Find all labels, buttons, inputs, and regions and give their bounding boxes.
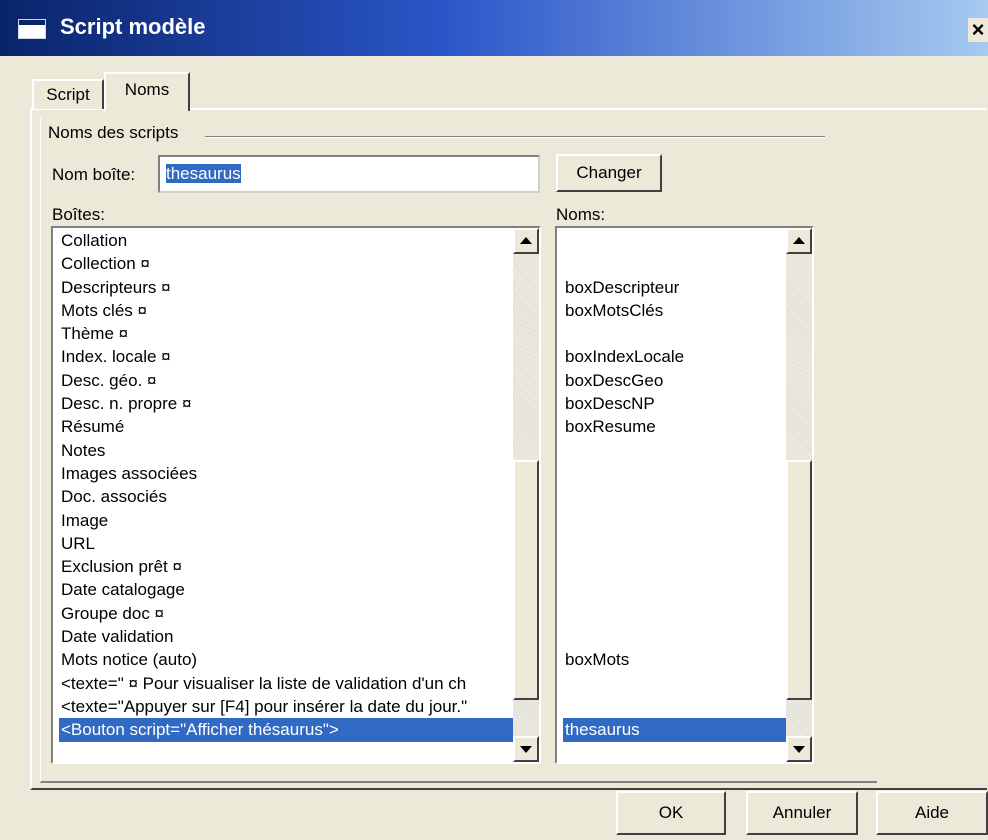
noms-list-item[interactable] — [563, 625, 786, 648]
noms-list-item[interactable]: boxDescripteur — [563, 276, 786, 299]
boites-label: Boîtes: — [52, 205, 105, 224]
arrow-up-icon — [793, 237, 805, 244]
noms-list-item[interactable] — [563, 439, 786, 462]
nom-boite-label: Nom boîte: — [52, 165, 136, 184]
noms-list-item[interactable] — [563, 509, 786, 532]
noms-list-item[interactable] — [563, 322, 786, 345]
noms-list-item[interactable] — [563, 555, 786, 578]
boites-list-item[interactable]: Exclusion prêt ¤ — [59, 555, 513, 578]
noms-scrollbar[interactable] — [786, 228, 812, 762]
changer-button[interactable]: Changer — [556, 154, 662, 192]
boites-list-item[interactable]: Index. locale ¤ — [59, 345, 513, 368]
boites-list-item[interactable]: Desc. n. propre ¤ — [59, 392, 513, 415]
boites-items: Collation Collection ¤ Descripteurs ¤ Mots … — [59, 229, 513, 742]
tab-noms[interactable]: Noms — [104, 72, 190, 111]
noms-listbox[interactable]: boxDescripteur boxMotsClés boxIndexLocale b… — [555, 226, 814, 764]
noms-list-item[interactable] — [563, 532, 786, 555]
boites-scroll-down-button[interactable] — [513, 736, 539, 762]
boites-scroll-up-button[interactable] — [513, 228, 539, 254]
close-icon: × — [971, 18, 985, 42]
boites-listbox[interactable]: Collation Collection ¤ Descripteurs ¤ Mots … — [51, 226, 541, 764]
boites-list-item[interactable]: Mots clés ¤ — [59, 299, 513, 322]
noms-list-item[interactable]: boxDescNP — [563, 392, 786, 415]
noms-list-item[interactable]: thesaurus — [563, 718, 786, 742]
boites-list-item[interactable]: Date validation — [59, 625, 513, 648]
title-bar[interactable]: Script modèle — [0, 0, 988, 56]
tab-script[interactable]: Script — [32, 79, 104, 109]
boites-list-item[interactable]: Collation — [59, 229, 513, 252]
arrow-down-icon — [793, 746, 805, 753]
close-button[interactable]: × — [968, 18, 988, 42]
noms-list-item[interactable] — [563, 602, 786, 625]
boites-list-item[interactable]: URL — [59, 532, 513, 555]
noms-items: boxDescripteur boxMotsClés boxIndexLocale b… — [563, 229, 786, 742]
noms-scroll-up-button[interactable] — [786, 228, 812, 254]
boites-scroll-thumb[interactable] — [513, 459, 539, 700]
boites-list-item[interactable]: Notes — [59, 439, 513, 462]
boites-list-item[interactable]: Doc. associés — [59, 485, 513, 508]
annuler-button[interactable]: Annuler — [746, 791, 858, 835]
noms-list-item[interactable]: boxIndexLocale — [563, 345, 786, 368]
boites-list-item[interactable]: Desc. géo. ¤ — [59, 369, 513, 392]
noms-list-item[interactable] — [563, 578, 786, 601]
noms-list-item[interactable]: boxDescGeo — [563, 369, 786, 392]
boites-list-item[interactable]: Résumé — [59, 415, 513, 438]
arrow-down-icon — [520, 746, 532, 753]
boites-list-item[interactable]: Date catalogage — [59, 578, 513, 601]
noms-list-item[interactable]: boxMotsClés — [563, 299, 786, 322]
aide-button[interactable]: Aide — [876, 791, 988, 835]
boites-list-item[interactable]: Images associées — [59, 462, 513, 485]
noms-list-item[interactable] — [563, 695, 786, 718]
boites-list-item[interactable]: Mots notice (auto) — [59, 648, 513, 671]
noms-list-item[interactable] — [563, 252, 786, 275]
boites-list-item[interactable]: <texte=" ¤ Pour visualiser la liste de v… — [59, 672, 513, 695]
boites-list-item[interactable]: Groupe doc ¤ — [59, 602, 513, 625]
window-title: Script modèle — [60, 14, 206, 39]
group-divider — [205, 136, 825, 138]
nom-boite-input[interactable]: thesaurus — [158, 155, 540, 193]
noms-scroll-thumb[interactable] — [786, 459, 812, 700]
boites-scrollbar[interactable] — [513, 228, 539, 762]
boites-list-item[interactable]: Image — [59, 509, 513, 532]
noms-label: Noms: — [556, 205, 606, 224]
arrow-up-icon — [520, 237, 532, 244]
ok-button[interactable]: OK — [616, 791, 726, 835]
boites-list-item[interactable]: <texte="Appuyer sur [F4] pour insérer la… — [59, 695, 513, 718]
boites-list-item[interactable]: Collection ¤ — [59, 252, 513, 275]
group-label: Noms des scripts — [48, 123, 179, 142]
boites-list-item[interactable]: Descripteurs ¤ — [59, 276, 513, 299]
window-icon — [18, 19, 46, 39]
noms-scroll-down-button[interactable] — [786, 736, 812, 762]
noms-list-item[interactable] — [563, 672, 786, 695]
boites-list-item[interactable]: Thème ¤ — [59, 322, 513, 345]
boites-list-item[interactable]: <Bouton script="Afficher thésaurus"> — [59, 718, 513, 742]
noms-list-item[interactable] — [563, 462, 786, 485]
noms-list-item[interactable] — [563, 485, 786, 508]
noms-list-item[interactable]: boxMots — [563, 648, 786, 671]
noms-list-item[interactable]: boxResume — [563, 415, 786, 438]
nom-boite-value: thesaurus — [166, 164, 241, 183]
noms-list-item[interactable] — [563, 229, 786, 252]
